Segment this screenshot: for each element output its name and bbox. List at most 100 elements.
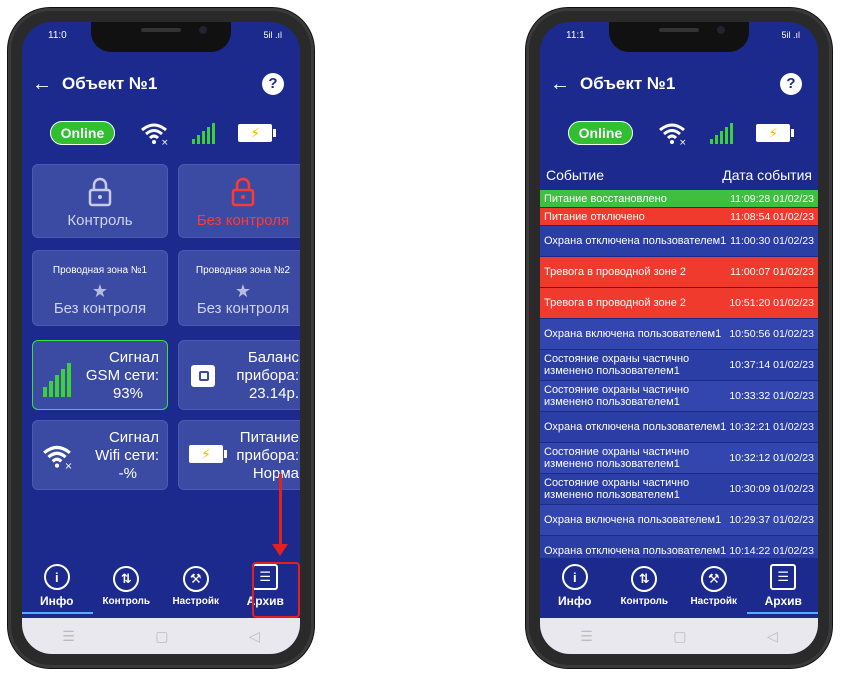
status-signal: 5il .ıl — [263, 30, 282, 40]
system-nav-bar: ☰ ▢ ◁ — [540, 618, 818, 654]
back-icon[interactable]: ◁ — [249, 628, 260, 645]
event-text: Состояние охраны частично изменено польз… — [544, 384, 690, 408]
help-icon[interactable]: ? — [780, 73, 802, 95]
star-icon: ★ — [234, 281, 252, 301]
event-text: Состояние охраны частично изменено польз… — [544, 477, 690, 501]
zone1-tile[interactable]: Проводная зона №1 ★ Без контроля — [32, 250, 168, 326]
nav-info-label: Инфо — [39, 594, 74, 608]
menu-icon[interactable]: ☰ — [62, 628, 75, 645]
nav-settings[interactable]: ⚒ Настройк — [166, 565, 226, 607]
nav-settings-label: Настройк — [172, 595, 220, 607]
lock-open-icon — [231, 177, 255, 207]
notch — [91, 22, 231, 52]
header: ← Объект №1 ? — [22, 68, 300, 100]
event-row[interactable]: Охрана отключена пользователем1 10:32:21 … — [540, 412, 818, 443]
signal-bars-icon — [709, 122, 733, 144]
event-row[interactable]: Тревога в проводной зоне 2 11:00:07 01/02… — [540, 257, 818, 288]
event-row[interactable]: Питание восстановлено 11:09:28 01/02/23 — [540, 190, 818, 208]
active-underline — [22, 612, 93, 614]
svg-text:×: × — [161, 138, 169, 145]
wifi-line1: Сигнал — [108, 429, 159, 446]
bottom-nav: i Инфо ⇅ Контроль ⚒ Настройк ☰ Архив — [540, 558, 818, 614]
wifi-icon: × — [43, 445, 73, 469]
gsm-line2: GSM сети: — [85, 367, 159, 384]
red-arrowhead — [272, 544, 288, 556]
back-icon[interactable]: ◁ — [767, 628, 778, 645]
home-icon[interactable]: ▢ — [155, 628, 168, 645]
back-arrow-icon[interactable]: ← — [22, 73, 62, 96]
help-icon[interactable]: ? — [262, 73, 284, 95]
event-date: 10:51:20 01/02/23 — [729, 297, 814, 309]
event-row[interactable]: Состояние охраны частично изменено польз… — [540, 474, 818, 505]
online-badge: Online — [567, 121, 634, 145]
right-phone: 11:1 5il .ıl ← Объект №1 ? Online × ⚡ Со… — [526, 8, 832, 668]
nav-control-label: Контроль — [620, 595, 669, 607]
nav-control[interactable]: ⇅ Контроль — [614, 565, 674, 607]
event-text: Питание восстановлено — [544, 192, 667, 205]
event-date: 10:33:32 01/02/23 — [729, 390, 814, 402]
event-row[interactable]: Состояние охраны частично изменено польз… — [540, 443, 818, 474]
event-text: Охрана включена пользователем1 — [544, 514, 722, 526]
system-nav-bar: ☰ ▢ ◁ — [22, 618, 300, 654]
wallet-icon — [191, 365, 215, 387]
power-value: Норма — [252, 465, 299, 482]
svg-text:×: × — [679, 138, 687, 145]
left-screen: 11:0 5il .ıl ← Объект №1 ? Online × ⚡ Ко… — [22, 22, 300, 654]
no-control-tile[interactable]: Без контроля — [178, 164, 300, 238]
battery-charging-icon: ⚡ — [238, 124, 277, 142]
page-title: Объект №1 — [580, 74, 676, 93]
no-control-label: Без контроля — [196, 212, 290, 229]
event-row[interactable]: Состояние охраны частично изменено польз… — [540, 350, 818, 381]
nav-info-label: Инфо — [557, 594, 592, 608]
wifi-text: Сигнал Wifi сети: -% — [95, 429, 159, 483]
indicator-row: Online × ⚡ — [22, 118, 300, 148]
event-date: 10:32:12 01/02/23 — [729, 452, 814, 464]
event-row[interactable]: Состояние охраны частично изменено польз… — [540, 381, 818, 412]
event-row[interactable]: Охрана включена пользователем1 10:29:37 0… — [540, 505, 818, 536]
event-text: Охрана отключена пользователем1 — [544, 421, 727, 433]
nav-control-label: Контроль — [102, 595, 151, 607]
wifi-line2: Wifi сети: — [95, 447, 159, 464]
menu-icon[interactable]: ☰ — [580, 628, 593, 645]
gsm-line1: Сигнал — [108, 349, 159, 366]
status-time: 11:0 — [48, 30, 67, 41]
home-icon[interactable]: ▢ — [673, 628, 686, 645]
event-list[interactable]: Питание восстановлено 11:09:28 01/02/23 Пи… — [540, 190, 818, 588]
event-date: 10:30:09 01/02/23 — [729, 483, 814, 495]
battery-charging-icon: ⚡ — [756, 124, 795, 142]
right-screen: 11:1 5il .ıl ← Объект №1 ? Online × ⚡ Со… — [540, 22, 818, 654]
nav-settings[interactable]: ⚒ Настройк — [684, 565, 744, 607]
zone2-tile[interactable]: Проводная зона №2 ★ Без контроля — [178, 250, 300, 326]
zone1-title: Проводная зона №1 — [52, 265, 148, 276]
zone2-title: Проводная зона №2 — [195, 265, 291, 276]
event-text: Тревога в проводной зоне 2 — [544, 266, 687, 278]
event-row[interactable]: Охрана отключена пользователем1 11:00:30 … — [540, 226, 818, 257]
nav-info[interactable]: i Инфо — [22, 564, 93, 614]
event-date: 11:08:54 01/02/23 — [730, 210, 814, 223]
control-tile[interactable]: Контроль — [32, 164, 168, 238]
wifi-icon: × — [658, 123, 687, 145]
event-row[interactable]: Питание отключено 11:08:54 01/02/23 — [540, 208, 818, 226]
gsm-signal-icon — [43, 363, 71, 397]
back-arrow-icon[interactable]: ← — [540, 73, 580, 96]
balance-line1: Баланс — [247, 349, 299, 366]
event-text: Состояние охраны частично изменено польз… — [544, 446, 690, 470]
balance-line2: прибора: — [236, 367, 299, 384]
indicator-row: Online × ⚡ — [540, 118, 818, 148]
event-text: Питание отключено — [544, 210, 645, 223]
status-time: 11:1 — [566, 30, 585, 41]
nav-archive[interactable]: ☰ Архив — [747, 564, 818, 614]
date-column-header: Дата события — [722, 167, 812, 183]
event-row[interactable]: Тревога в проводной зоне 2 10:51:20 01/02… — [540, 288, 818, 319]
control-icon: ⇅ — [631, 565, 658, 592]
nav-control[interactable]: ⇅ Контроль — [96, 565, 156, 607]
zone2-state: Без контроля — [196, 300, 290, 317]
battery-charging-icon: ⚡ — [189, 445, 227, 463]
signal-bars-icon — [191, 122, 215, 144]
wrench-icon: ⚒ — [182, 565, 209, 592]
balance-tile: Баланс прибора: 23.14р. — [178, 340, 300, 410]
nav-info[interactable]: i Инфо — [545, 564, 605, 608]
svg-text:×: × — [64, 461, 72, 469]
event-row[interactable]: Охрана включена пользователем1 10:50:56 0… — [540, 319, 818, 350]
wifi-tile: × Сигнал Wifi сети: -% — [32, 420, 168, 490]
